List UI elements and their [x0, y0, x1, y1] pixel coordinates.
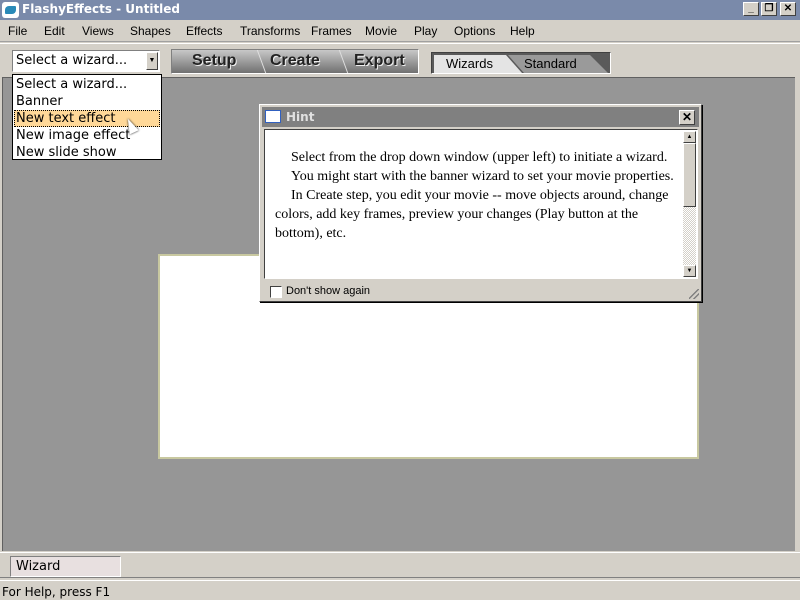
menu-options[interactable]: Options	[454, 24, 495, 38]
scroll-thumb[interactable]	[683, 143, 696, 207]
close-button[interactable]: ✕	[780, 2, 796, 16]
hint-text-area[interactable]: Select from the drop down window (upper …	[264, 129, 698, 279]
wizard-select[interactable]: Select a wizard... ▼	[12, 50, 160, 72]
tab-standard[interactable]: Standard	[508, 55, 608, 73]
step-bar: Setup Create Export	[171, 49, 419, 74]
mode-tabs: Wizards Standard	[431, 52, 611, 74]
hint-dialog: Hint ✕ Select from the drop down window …	[259, 104, 702, 302]
menu-frames[interactable]: Frames	[311, 24, 352, 38]
menu-help[interactable]: Help	[510, 24, 535, 38]
step-divider	[247, 50, 267, 73]
title-bar: FlashyEffects - Untitled _ ❐ ✕	[0, 0, 800, 20]
dropdown-option[interactable]: Select a wizard...	[14, 76, 160, 93]
scroll-down-icon[interactable]: ▼	[683, 265, 696, 277]
hint-close-button[interactable]: ✕	[679, 110, 695, 125]
dont-show-again-checkbox[interactable]	[270, 286, 282, 298]
menu-edit[interactable]: Edit	[44, 24, 65, 38]
menu-shapes[interactable]: Shapes	[130, 24, 171, 38]
toolbar: Select a wizard... ▼ Setup Create Export…	[0, 43, 800, 77]
chevron-down-icon[interactable]: ▼	[146, 52, 158, 70]
status-text: For Help, press F1	[2, 585, 111, 599]
menu-file[interactable]: File	[8, 24, 27, 38]
window-icon	[265, 110, 281, 123]
dropdown-option-highlighted[interactable]: New text effect	[14, 110, 160, 127]
hint-paragraph: Select from the drop down window (upper …	[291, 150, 668, 165]
step-setup-button[interactable]: Setup	[192, 52, 236, 70]
mode-field: Wizard	[10, 556, 121, 577]
hint-title: Hint	[286, 110, 315, 124]
wizard-select-value: Select a wizard...	[16, 53, 128, 68]
menu-views[interactable]: Views	[82, 24, 114, 38]
hint-paragraph: In Create step, you edit your movie -- m…	[275, 188, 669, 241]
status-bar: For Help, press F1	[0, 580, 800, 600]
hint-title-bar[interactable]: Hint ✕	[262, 107, 699, 127]
scroll-up-icon[interactable]: ▲	[683, 131, 696, 143]
wizard-dropdown-list: Select a wizard... Banner New text effec…	[12, 74, 162, 160]
app-icon[interactable]	[2, 2, 19, 18]
hint-paragraph: You might start with the banner wizard t…	[291, 169, 674, 184]
vertical-scrollbar[interactable]: ▲ ▼	[683, 131, 696, 277]
step-create-button[interactable]: Create	[270, 52, 320, 70]
minimize-button[interactable]: _	[743, 2, 759, 16]
menu-movie[interactable]: Movie	[365, 24, 397, 38]
restore-button[interactable]: ❐	[761, 2, 777, 16]
dropdown-option[interactable]: New slide show	[14, 144, 160, 161]
menu-play[interactable]: Play	[414, 24, 437, 38]
bottom-bar: Wizard	[0, 552, 800, 578]
menu-bar: File Edit Views Shapes Effects Transform…	[0, 20, 800, 42]
menu-transforms[interactable]: Transforms	[240, 24, 300, 38]
hint-text: Select from the drop down window (upper …	[275, 148, 675, 243]
step-export-button[interactable]: Export	[354, 52, 405, 70]
dropdown-option[interactable]: Banner	[14, 93, 160, 110]
window-title: FlashyEffects - Untitled	[22, 2, 181, 16]
resize-grip-icon[interactable]	[689, 289, 699, 299]
dont-show-again-label[interactable]: Don't show again	[286, 285, 370, 297]
tab-wizards[interactable]: Wizards	[434, 55, 522, 73]
step-divider	[329, 50, 349, 73]
menu-effects[interactable]: Effects	[186, 24, 222, 38]
